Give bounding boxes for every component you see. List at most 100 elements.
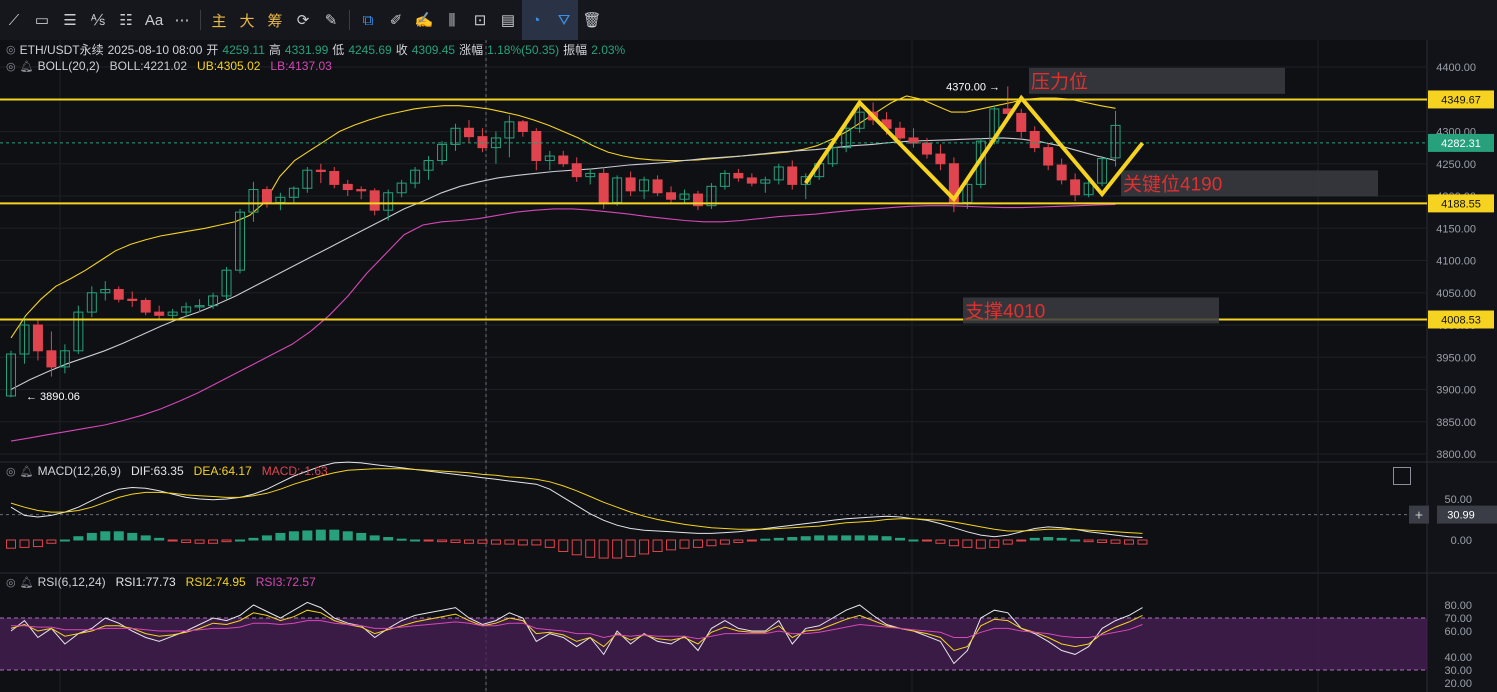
candle-body[interactable] [127,298,138,301]
price-tick-label: 3900.00 [1436,385,1476,397]
bell-icon[interactable]: 🔔︎ [20,576,34,589]
draw-icon[interactable]: ✎ [317,0,345,40]
low-value: 4245.69 [348,42,392,57]
candle-body[interactable] [356,189,367,192]
macd-tick-label: 50.00 [1444,494,1472,506]
eye-icon[interactable]: ◎ [6,465,16,478]
maximize-pane-icon[interactable] [1393,467,1411,485]
more-icon[interactable]: ⋯ [168,0,196,40]
annotation-text[interactable]: 压力位 [1031,71,1088,93]
filter-icon[interactable]: ⛛ [550,0,578,40]
rsi-tick-label: 60.00 [1444,626,1472,638]
symbol-label[interactable]: ETH/USDT永续 [20,41,104,58]
candle-body[interactable] [463,127,474,138]
candle-body[interactable] [787,166,798,185]
rectangle-tool-icon[interactable]: ▭ [28,0,56,40]
parallel-lines-icon[interactable]: ☰ [56,0,84,40]
candle-body[interactable] [1043,147,1054,166]
rsi1-value: RSI1:77.73 [115,575,176,589]
candle-body[interactable] [625,177,636,192]
candle-body[interactable] [261,189,272,203]
rsi-tick-label: 80.00 [1444,600,1472,612]
indicator-button-2[interactable]: 筹 [261,0,289,40]
macd-histogram-bar [356,532,367,541]
annotation-text[interactable]: 支撑4010 [965,300,1045,322]
candle-body[interactable] [921,142,932,155]
change-value: 1.18%(50.35) [487,42,560,57]
candle-body[interactable] [571,163,582,178]
macd-histogram-bar [154,537,165,541]
candle-body[interactable] [652,179,663,194]
macd-histogram-bar [787,537,798,541]
candle-body[interactable] [935,153,946,165]
template-icon[interactable]: ▤ [494,0,522,40]
candle-body[interactable] [477,136,488,149]
candle-body[interactable] [1056,164,1067,181]
eye-icon[interactable]: ◎ [6,43,16,56]
candle-type-icon[interactable]: ⫼ [438,0,466,40]
price-tick-label: 4400.00 [1436,62,1476,74]
rsi-tick-label: 20.00 [1444,678,1472,690]
eye-icon[interactable]: ◎ [6,576,16,589]
annotation-text[interactable]: 关键位4190 [1123,173,1222,195]
macd-histogram-bar [342,531,353,541]
macd-value: MACD:-1.63 [261,464,328,478]
macd-histogram-bar [329,529,340,541]
lock-icon[interactable]: ⊡ [466,0,494,40]
candle-body[interactable] [746,177,757,184]
candle-body[interactable] [598,172,609,203]
indicator-button-1[interactable]: 大 [233,0,261,40]
candle-body[interactable] [733,172,744,179]
bell-icon[interactable]: 🔔︎ [20,60,34,73]
candle-body[interactable] [558,155,569,165]
candle-body[interactable] [1016,112,1027,133]
rsi-name[interactable]: RSI(6,12,24) [38,575,106,589]
candle-body[interactable] [342,183,353,191]
indicator-button-0[interactable]: 主 [205,0,233,40]
copy-icon[interactable]: ⧉ [354,0,382,40]
candle-body[interactable] [32,324,43,352]
candle-body[interactable] [895,127,906,139]
candle-body[interactable] [531,131,542,162]
line-tool-icon[interactable]: ⟋ [0,0,28,40]
candle-body[interactable] [369,190,380,211]
candle-body[interactable] [315,169,326,172]
candle-body[interactable] [154,311,165,316]
main-legend: ◎ ETH/USDT永续 2025-08-10 08:00 开 4259.11 高… [6,41,625,58]
trading-chart-app: ⟋ ▭ ☰ ⅍ ☷ Aa ⋯ 主大筹 ⟳ ✎ ⧉ ✐ ✍ ⫼ ⊡ ▤ ◔ ⛛ 🗑 3800.00 3850.00 390… [0,0,1497,692]
macd-histogram-bar [1016,539,1027,542]
ruler-icon[interactable]: ✐ [382,0,410,40]
trash-icon[interactable]: 🗑 [578,0,606,40]
brush-icon[interactable]: ✍ [410,0,438,40]
candle-body[interactable] [140,299,151,313]
text-tool-icon[interactable]: Aa [140,0,168,40]
candle-body[interactable] [1070,179,1081,196]
candle-body[interactable] [46,350,57,368]
candle-body[interactable] [1029,131,1040,149]
bell-icon[interactable]: 🔔︎ [20,465,34,478]
macd-histogram-bar [854,535,865,541]
price-tick-label: 4250.00 [1436,159,1476,171]
macd-histogram-bar [746,539,757,542]
candle-body[interactable] [113,289,124,300]
macd-histogram-bar [369,535,380,541]
boll-name[interactable]: BOLL(20,2) [38,59,100,73]
plus-icon[interactable]: + [1415,507,1423,523]
candle-body[interactable] [329,170,340,185]
rsi-tick-label: 40.00 [1444,652,1472,664]
candle-body[interactable] [666,192,677,200]
candle-body[interactable] [908,137,919,144]
dea-value: DEA:64.17 [193,464,252,478]
replay-icon[interactable]: ⟳ [289,0,317,40]
macd-histogram-bar [248,537,259,541]
toolbar-separator [200,10,201,30]
candle-body[interactable] [517,121,528,132]
eye-icon[interactable]: ◎ [6,60,16,73]
chart-area[interactable]: 3800.003850.003900.003950.004000.004050.… [0,40,1497,692]
macd-histogram-bar [315,529,326,541]
fib-tool-icon[interactable]: ⅍ [84,0,112,40]
fib-levels-icon[interactable]: ☷ [112,0,140,40]
macd-name[interactable]: MACD(12,26,9) [38,464,121,478]
macd-histogram-bar [396,538,407,541]
magnet-icon[interactable]: ◔ [522,0,550,40]
